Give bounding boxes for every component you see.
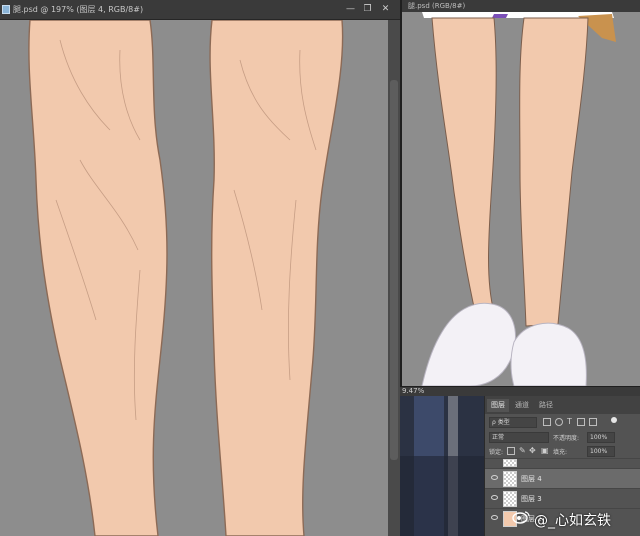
watermark-text: @_心如玄铁 [534, 513, 611, 529]
panel-tabs: 图层 通道 路径 [485, 396, 640, 414]
restore-icon[interactable]: ❐ [361, 4, 374, 15]
layer-filter-select[interactable]: ρ 类型 [489, 417, 537, 428]
legs-artwork [0, 20, 388, 536]
layer-filter-row: ρ 类型 T [489, 417, 637, 428]
layer-row[interactable]: 图层 4 [485, 468, 640, 488]
visibility-eye-icon[interactable] [491, 515, 498, 520]
weibo-logo-icon [512, 511, 530, 524]
layer-row[interactable]: 图层 3 [485, 488, 640, 508]
lock-row: 锁定: ✎ ✥ ▣ 填充: 100% [489, 446, 637, 457]
lock-brush-icon[interactable]: ✎ [519, 446, 526, 455]
opacity-field[interactable]: 100% [587, 432, 615, 443]
vertical-scrollbar[interactable] [388, 20, 400, 536]
visibility-eye-icon[interactable] [491, 475, 498, 480]
type-filter-icon[interactable]: T [567, 417, 572, 426]
visibility-eye-icon[interactable] [491, 495, 498, 500]
document-icon [2, 5, 10, 14]
lock-label: 锁定: [489, 449, 504, 456]
adjustment-filter-icon[interactable] [555, 418, 563, 426]
fill-field[interactable]: 100% [587, 446, 615, 457]
lock-all-icon[interactable]: ▣ [541, 446, 549, 455]
layer-row-partial[interactable] [485, 458, 640, 468]
layer-thumbnail [503, 471, 517, 487]
pixel-filter-icon[interactable] [543, 418, 551, 426]
layer-name[interactable]: 图层 4 [521, 474, 542, 484]
smart-object-filter-icon[interactable] [589, 418, 597, 426]
filter-toggle-icon[interactable] [611, 417, 617, 423]
blend-mode-select[interactable]: 正常 [489, 432, 549, 443]
layer-thumbnail [503, 491, 517, 507]
navigator-window: 腿.psd (RGB/8#) [400, 0, 640, 386]
scrollbar-thumb[interactable] [390, 80, 398, 460]
blend-row: 正常 不透明度: 100% [489, 432, 637, 443]
close-icon[interactable]: ✕ [379, 4, 392, 15]
tab-paths[interactable]: 路径 [535, 399, 557, 412]
opacity-label: 不透明度: [553, 435, 580, 442]
navigator-title: 腿.psd (RGB/8#) [408, 2, 466, 10]
document-title: 腿.psd @ 197% (图层 4, RGB/8#) [13, 5, 144, 14]
layer-thumbnail [503, 459, 517, 467]
document-tab[interactable]: 腿.psd @ 197% (图层 4, RGB/8#) — ❐ ✕ [0, 0, 400, 20]
drawing-canvas[interactable] [0, 20, 388, 536]
lock-transparency-icon[interactable] [507, 447, 515, 455]
navigator-titlebar[interactable]: 腿.psd (RGB/8#) [402, 0, 640, 12]
tab-layers[interactable]: 图层 [487, 399, 509, 412]
fill-label: 填充: [553, 449, 568, 456]
zoom-level[interactable]: 9.47% [402, 387, 424, 395]
lock-position-icon[interactable]: ✥ [529, 446, 536, 455]
shape-filter-icon[interactable] [577, 418, 585, 426]
reference-photo [400, 396, 484, 536]
minimize-icon[interactable]: — [344, 4, 357, 15]
navigator-preview[interactable] [402, 12, 640, 386]
document-window: 腿.psd @ 197% (图层 4, RGB/8#) — ❐ ✕ [0, 0, 400, 536]
layer-name[interactable]: 图层 3 [521, 494, 542, 504]
tab-channels[interactable]: 通道 [511, 399, 533, 412]
